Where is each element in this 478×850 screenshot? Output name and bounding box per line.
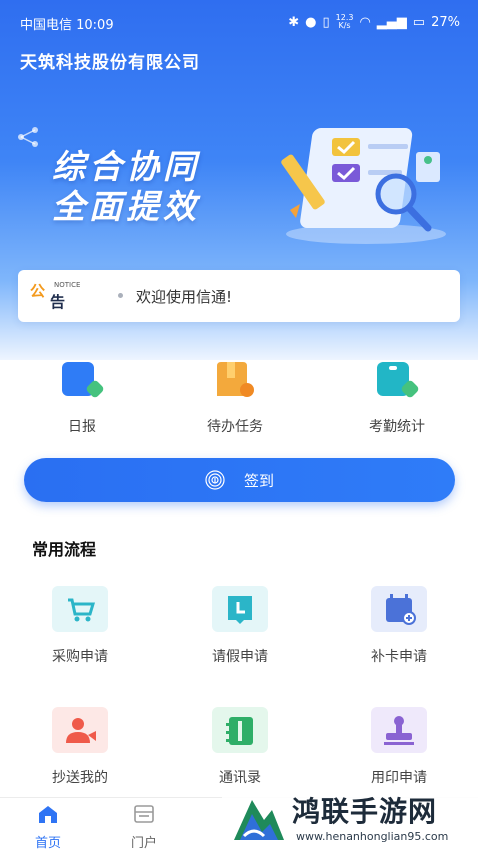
flow-label: 采购申请: [52, 649, 108, 665]
quick-action-attendance[interactable]: 考勤统计: [337, 360, 457, 436]
flow-label: 补卡申请: [371, 649, 427, 665]
quick-action-label: 考勤统计: [369, 419, 425, 435]
battery-icon: ▭: [412, 14, 426, 30]
watermark-url: www.henanhonglian95.com: [296, 830, 449, 843]
flow-icon-bg: [371, 707, 427, 753]
flow-icon-bg: [371, 586, 427, 632]
flow-label: 抄送我的: [52, 770, 108, 786]
banner-title-line2: 全面提效: [52, 187, 200, 226]
daily-report-icon: [62, 362, 104, 398]
notice-badge: 公 NOTICE 告: [30, 280, 102, 312]
watermark-name: 鸿联手游网: [292, 795, 438, 828]
home-icon: [39, 806, 57, 823]
watermark-logo: [234, 800, 284, 840]
notice-dot: [118, 293, 123, 298]
flow-seal-request[interactable]: 用印申请: [339, 707, 459, 787]
location-icon: ●: [305, 14, 317, 30]
calendar-add-icon: [386, 594, 416, 625]
tab-label: 门户: [130, 836, 157, 850]
signin-label: 签到: [244, 472, 275, 490]
address-book-icon: [226, 717, 253, 745]
tab-portal[interactable]: 门户: [114, 804, 174, 850]
flow-contacts[interactable]: 通讯录: [180, 707, 300, 787]
vibrate-icon: ▯: [322, 14, 330, 30]
status-icons: ✱ ● ▯ 12.3 K/s ◠ ▂▄▆ ▭ 27%: [288, 14, 460, 30]
flow-icon-bg: [52, 707, 108, 753]
notice-badge-en: NOTICE: [54, 281, 81, 289]
cart-icon: [68, 598, 96, 622]
flow-purchase-request[interactable]: 采购申请: [20, 586, 140, 666]
user-send-icon: [66, 718, 96, 743]
todo-icon: [217, 362, 254, 397]
attendance-icon: [377, 362, 419, 398]
section-title: 常用流程: [32, 540, 97, 559]
stamp-icon: [384, 716, 414, 745]
fingerprint-icon: [205, 470, 225, 490]
flow-cc-to-me[interactable]: 抄送我的: [20, 707, 140, 787]
company-name: 天筑科技股份有限公司: [20, 53, 200, 73]
flow-label: 请假申请: [212, 649, 268, 665]
status-bar: 中国电信 10:09 ✱ ● ▯ 12.3 K/s ◠ ▂▄▆ ▭ 27%: [0, 10, 478, 34]
flow-leave-request[interactable]: 请假申请: [180, 586, 300, 666]
quick-action-daily-report[interactable]: 日报: [22, 360, 142, 436]
signal-icon: ▂▄▆: [376, 14, 407, 30]
share-icon[interactable]: [16, 124, 42, 150]
bluetooth-icon: ✱: [288, 14, 300, 30]
wifi-icon: ◠: [359, 14, 371, 30]
quick-action-label: 待办任务: [207, 419, 263, 435]
flow-icon-bg: [212, 586, 268, 632]
watermark: 鸿联手游网 www.henanhonglian95.com: [222, 788, 478, 850]
flow-icon-bg: [52, 586, 108, 632]
flow-clockin-fix-request[interactable]: 补卡申请: [339, 586, 459, 666]
quick-action-label: 日报: [68, 419, 96, 435]
flow-label: 用印申请: [371, 770, 427, 786]
notice-bar[interactable]: 公 NOTICE 告 欢迎使用信通!: [18, 270, 460, 322]
carrier-time: 中国电信 10:09: [20, 18, 114, 33]
quick-action-todo[interactable]: 待办任务: [175, 360, 295, 436]
notice-text: 欢迎使用信通!: [136, 288, 233, 306]
flow-icon-bg: [212, 707, 268, 753]
notice-badge-bottom: 告: [50, 293, 66, 311]
tab-label: 首页: [34, 836, 61, 850]
portal-icon: [134, 805, 154, 823]
banner-illustration: [281, 128, 446, 244]
battery-level: 27%: [431, 14, 460, 30]
signin-button[interactable]: 签到: [24, 458, 455, 502]
flow-label: 通讯录: [219, 770, 261, 786]
tab-home[interactable]: 首页: [18, 804, 78, 850]
notice-badge-top: 公: [30, 282, 46, 300]
net-speed: 12.3 K/s: [336, 14, 354, 30]
calendar-clock-icon: [228, 596, 252, 624]
net-speed-unit: K/s: [338, 21, 351, 30]
